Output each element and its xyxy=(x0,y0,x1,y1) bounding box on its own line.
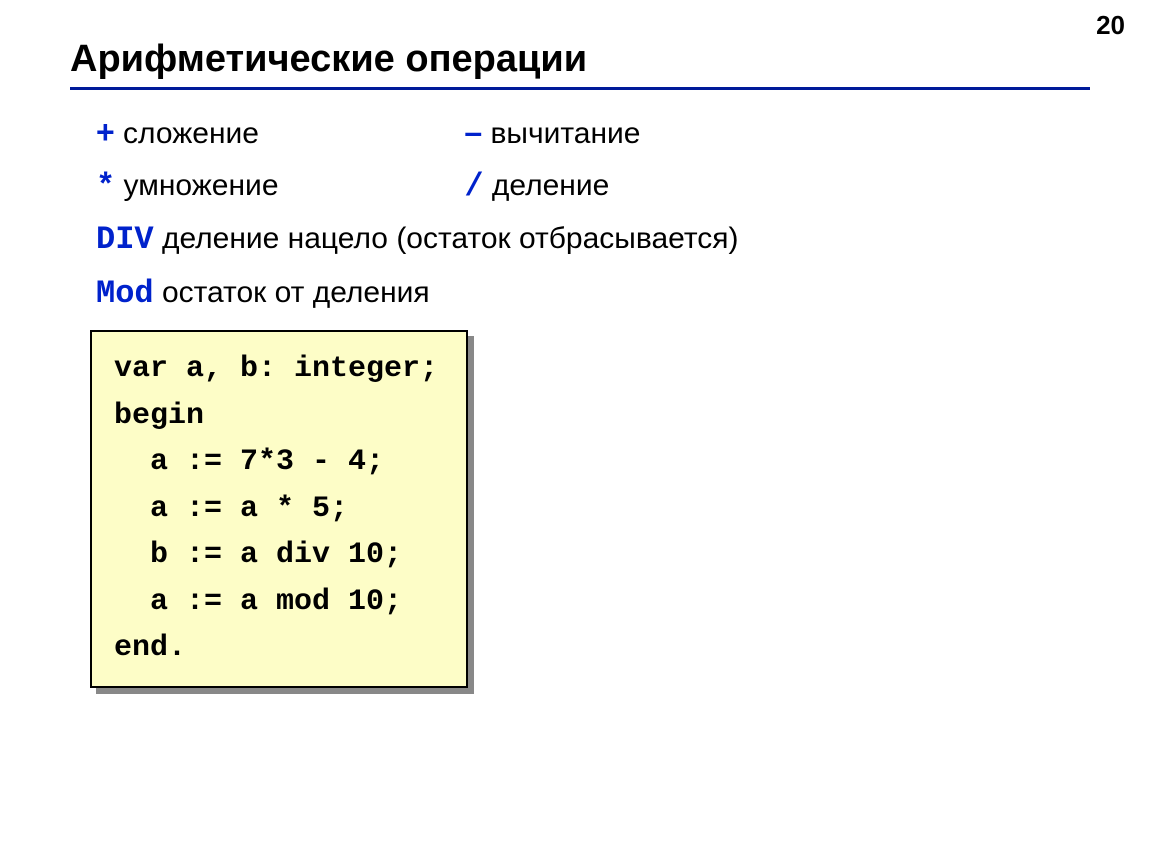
slide-title: Арифметические операции xyxy=(70,38,1090,81)
code-line-6: a := a mod 10; xyxy=(114,579,438,626)
title-underline xyxy=(70,87,1090,90)
div-label: деление xyxy=(484,169,610,202)
modkw-label: остаток от деления xyxy=(154,276,430,309)
row-mul-div: * умножение / деление xyxy=(96,162,1090,212)
code-line-1: var a, b: integer; xyxy=(114,346,438,393)
slash-symbol: / xyxy=(464,168,483,205)
mul-label: умножение xyxy=(115,169,278,202)
operations-list: + сложение – вычитание * умножение / дел… xyxy=(96,108,1090,318)
code-line-3: a := 7*3 - 4; xyxy=(114,439,438,486)
code-shadow: var a, b: integer; begin a := 7*3 - 4; a… xyxy=(96,336,474,694)
minus-label: вычитание xyxy=(482,117,640,150)
row-div-keyword: DIV деление нацело (остаток отбрасываетс… xyxy=(96,215,1090,265)
code-line-2: begin xyxy=(114,393,438,440)
code-example: var a, b: integer; begin a := 7*3 - 4; a… xyxy=(96,336,1090,694)
code-line-4: a := a * 5; xyxy=(114,486,438,533)
row-add-sub: + сложение – вычитание xyxy=(96,108,1090,158)
minus-symbol: – xyxy=(464,114,482,150)
row-mod-keyword: Mod остаток от деления xyxy=(96,269,1090,319)
plus-symbol: + xyxy=(96,114,115,150)
divkw-label: деление нацело (остаток отбрасывается) xyxy=(154,222,739,255)
div-keyword: DIV xyxy=(96,221,154,258)
page-number: 20 xyxy=(1096,10,1125,41)
plus-label: сложение xyxy=(115,117,259,150)
code-box: var a, b: integer; begin a := 7*3 - 4; a… xyxy=(90,330,468,688)
asterisk-symbol: * xyxy=(96,168,115,205)
code-line-5: b := a div 10; xyxy=(114,532,438,579)
code-line-7: end. xyxy=(114,625,438,672)
mod-keyword: Mod xyxy=(96,275,154,312)
slide: 20 Арифметические операции + сложение – … xyxy=(0,0,1150,864)
